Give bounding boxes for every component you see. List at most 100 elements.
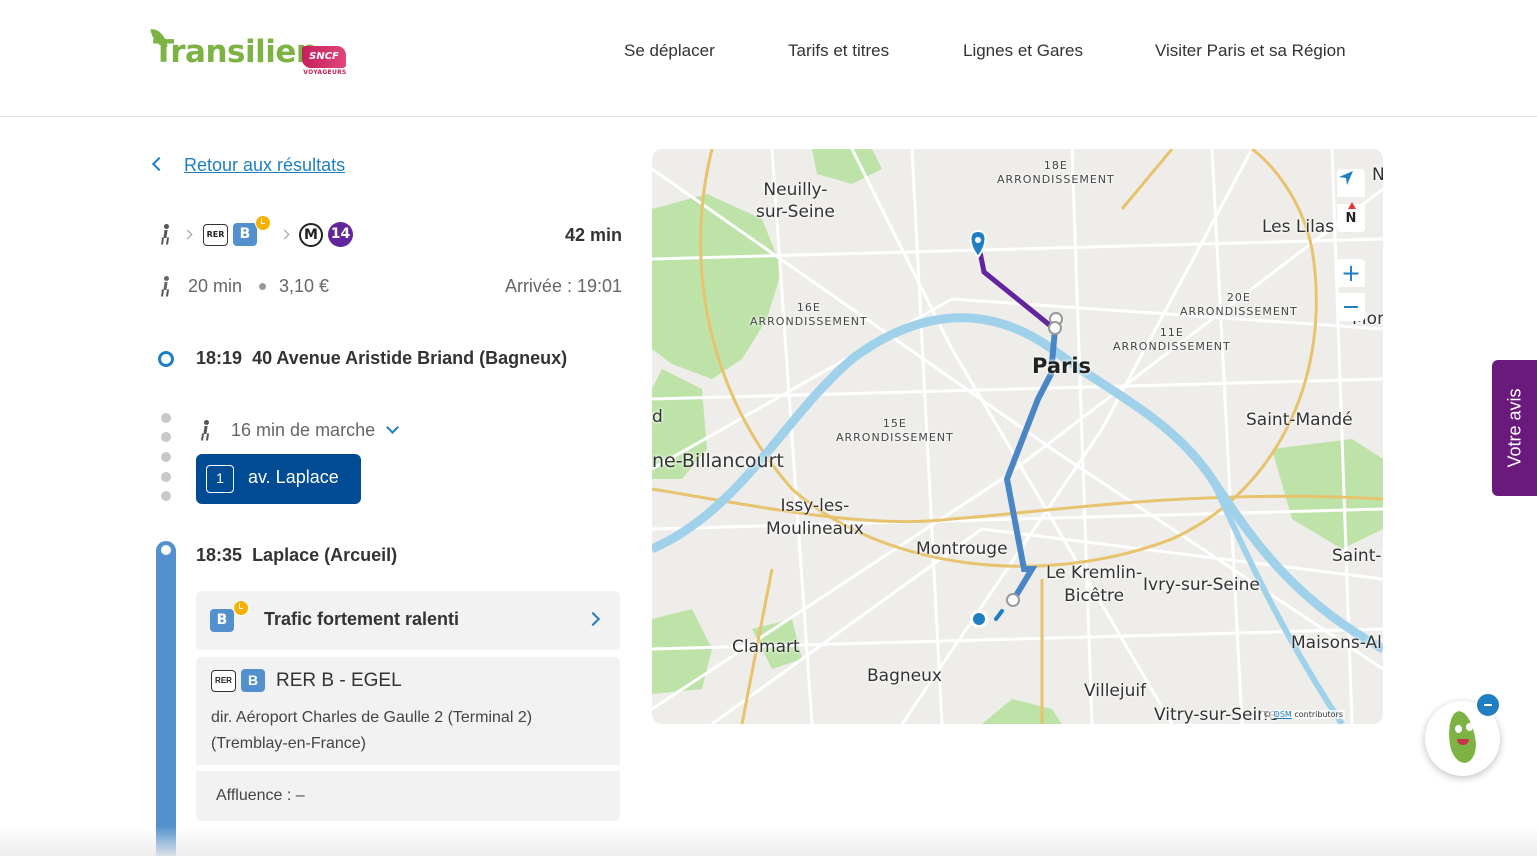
train-name: RER B - EGEL [276, 670, 402, 691]
origin-place: 40 Avenue Aristide Briand (Bagneux) [252, 348, 568, 368]
transilien-logo[interactable]: Transilien SNCF VOYAGEURS [150, 26, 350, 80]
rer-stop-marker [1006, 593, 1020, 607]
map-label-ivry: Ivry-sur-Seine [1143, 575, 1260, 595]
map-label-issy: Issy-les- Moulineaux [766, 496, 864, 539]
nav-item-se-deplacer[interactable]: Se déplacer [624, 41, 715, 61]
walk-step-toggle[interactable]: 16 min de marche [200, 416, 399, 441]
sncf-logo: SNCF [302, 46, 346, 68]
walk-dot [161, 432, 171, 442]
zoom-out-button[interactable] [1337, 293, 1365, 321]
map-label-bagneux: Bagneux [867, 666, 942, 686]
rer-segment-bar [156, 541, 176, 856]
map-label-saint-mande: Saint-Mandé [1246, 410, 1353, 430]
rer-stop-step: 18:35 Laplace (Arcueil) [196, 545, 397, 566]
map-label-d: d [652, 407, 663, 427]
journey-price: 3,10 € [279, 276, 330, 296]
walker-icon [200, 420, 212, 440]
map-label-maisons: Maisons-Al [1291, 633, 1382, 653]
origin-step: 18:19 40 Avenue Aristide Briand (Bagneux… [196, 348, 567, 369]
bottom-fade [0, 826, 1537, 856]
nav-item-visiter[interactable]: Visiter Paris et sa Région [1155, 41, 1346, 61]
bus-stop-chip[interactable]: 1 av. Laplace [196, 454, 361, 504]
rer-b-line-badge: B [233, 223, 257, 246]
map-label-n: N [1372, 165, 1383, 185]
leaf-mascot-icon [1445, 709, 1479, 765]
minus-icon [1344, 306, 1358, 308]
map-label-kremlin: Le Kremlin- Bicêtre [1046, 563, 1143, 606]
map-label-les-lilas: Les Lilas [1262, 217, 1335, 237]
map-label-18e: 18E ARRONDISSEMENT [997, 159, 1115, 186]
walk-dot [161, 452, 171, 462]
map-label-16e: 16E ARRONDISSEMENT [750, 301, 868, 328]
mascot-eye [1466, 723, 1473, 731]
compass-label: N [1345, 210, 1357, 226]
map-label-11e: 11E ARRONDISSEMENT [1113, 326, 1231, 353]
rer-b-line-badge: B [210, 609, 234, 632]
alert-text: Trafic fortement ralenti [264, 609, 460, 629]
chevron-left-icon [151, 156, 167, 172]
site-header: Transilien SNCF VOYAGEURS Se déplacer Ta… [0, 0, 1537, 117]
rer-stop-dot [161, 545, 171, 555]
destination-pin-dot [975, 237, 981, 243]
map-label-neuilly: Neuilly- sur-Seine [756, 180, 835, 222]
affluence-box: Affluence : – [196, 771, 620, 821]
locate-arrow-icon [1339, 171, 1353, 185]
logo-wordmark: Transilien [153, 34, 318, 70]
walker-icon [160, 276, 172, 296]
route-map[interactable]: Neuilly- sur-Seine 18E ARRONDISSEMENT Le… [652, 149, 1383, 724]
osm-link[interactable]: OSM [1274, 710, 1292, 719]
nav-item-tarifs[interactable]: Tarifs et titres [788, 41, 889, 61]
metro-mode-badge: M [299, 223, 323, 247]
compass-needle [1347, 201, 1356, 209]
traffic-alert[interactable]: B Trafic fortement ralenti [196, 591, 620, 650]
chevron-right-icon [279, 229, 290, 240]
rer-mode-badge: RER [211, 670, 236, 692]
minimize-chatbot-button[interactable] [1475, 692, 1501, 718]
origin-marker-dot [973, 613, 985, 625]
clock-alert-icon [255, 215, 271, 231]
chevron-right-icon [182, 229, 193, 240]
arrival-time: Arrivée : 19:01 [504, 276, 622, 296]
walk-dot [161, 413, 171, 423]
affluence-label: Affluence : – [216, 787, 305, 804]
metro-14-line-badge: 14 [328, 222, 353, 247]
chevron-down-icon [386, 421, 399, 434]
compass-icon: N [1345, 201, 1357, 226]
map-label-paris: Paris [1032, 354, 1092, 378]
walker-icon [160, 224, 172, 244]
walk-dot [161, 491, 171, 501]
mascot-eye [1455, 725, 1462, 733]
feedback-tab-label: Votre avis [1504, 388, 1524, 468]
map-label-billancourt: ne-Billancourt [652, 450, 784, 472]
walk-dot [161, 472, 171, 482]
train-direction: dir. Aéroport Charles de Gaulle 2 (Termi… [211, 709, 533, 752]
map-label-vitry: Vitry-sur-Seine [1154, 705, 1279, 724]
journey-modes-row: RER B M 14 42 min [156, 215, 622, 250]
chevron-right-icon [585, 611, 601, 627]
walk-route [994, 609, 1004, 621]
rer-stop-place: Laplace (Arcueil) [252, 545, 398, 565]
bus-stop-label: av. Laplace [248, 467, 339, 487]
sncf-voyageurs-label: VOYAGEURS [303, 69, 347, 76]
map-label-clamart: Clamart [732, 637, 800, 657]
feedback-tab[interactable]: Votre avis [1492, 360, 1537, 496]
map-label-saint: Saint-I [1332, 546, 1383, 566]
separator-dot [259, 283, 266, 290]
map-label-20e: 20E ARRONDISSEMENT [1180, 291, 1298, 318]
rer-stop-time: 18:35 [196, 545, 243, 565]
bus-line-number: 1 [206, 465, 234, 493]
compass-button[interactable]: N [1337, 201, 1365, 232]
attribution-contributors: contributors [1294, 710, 1343, 719]
journey-summary-row: 20 min 3,10 € Arrivée : 19:01 [156, 274, 622, 300]
map-label-15e: 15E ARRONDISSEMENT [836, 417, 954, 444]
walk-step-label: 16 min de marche [231, 420, 376, 440]
rer-b-line-badge: B [241, 669, 265, 692]
zoom-in-button[interactable]: + [1337, 259, 1365, 287]
rer-mode-badge: RER [203, 224, 228, 246]
locate-button[interactable] [1337, 169, 1365, 197]
journey-duration: 42 min [564, 225, 622, 245]
clock-alert-icon [233, 600, 249, 616]
nav-item-lignes-gares[interactable]: Lignes et Gares [963, 41, 1083, 61]
back-link-label[interactable]: Retour aux résultats [184, 155, 345, 176]
train-details: RER B RER B - EGEL dir. Aéroport Charles… [196, 657, 620, 765]
